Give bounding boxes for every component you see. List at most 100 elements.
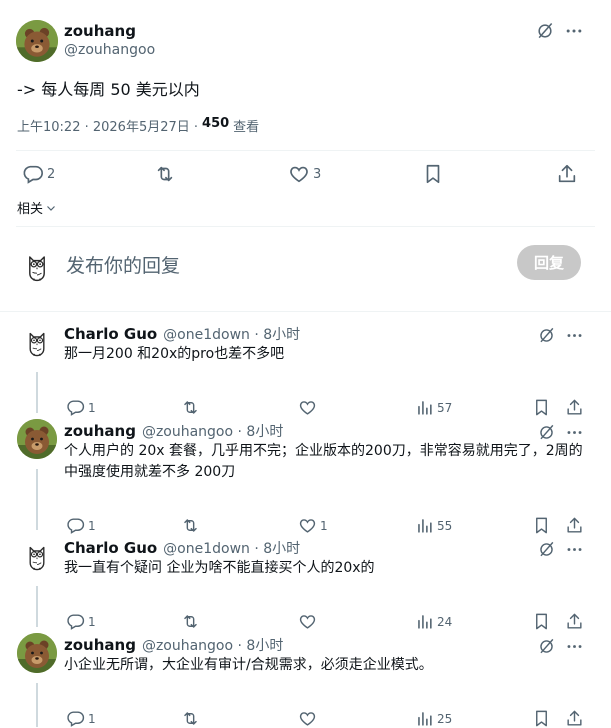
owl-avatar-icon: [20, 325, 54, 359]
reply-input[interactable]: 发布你的回复: [66, 251, 180, 278]
retweet-action[interactable]: [181, 398, 200, 417]
reply-action[interactable]: 1: [66, 516, 96, 535]
bookmark-icon: [532, 612, 551, 631]
reply-avatar[interactable]: [17, 322, 57, 362]
views-count: 57: [437, 400, 453, 415]
share-action[interactable]: [565, 709, 584, 728]
share-action[interactable]: [565, 612, 584, 631]
reply-avatar[interactable]: [17, 536, 57, 576]
bear-avatar-icon: [17, 419, 57, 459]
reply-author-name[interactable]: zouhang: [64, 636, 136, 654]
share-action[interactable]: [565, 516, 584, 535]
owl-avatar-icon: [19, 248, 55, 284]
tweet-timestamp[interactable]: 上午10:22 · 2026年5月27日 ·: [17, 116, 198, 135]
share-icon: [565, 709, 584, 728]
reply-author-name[interactable]: zouhang: [64, 422, 136, 440]
reply-action[interactable]: 1: [66, 612, 96, 631]
like-count: 3: [313, 166, 322, 182]
views-count: 25: [437, 711, 453, 726]
like-icon: [288, 163, 310, 185]
bookmark-action[interactable]: [532, 709, 551, 728]
chevron-down-icon: [47, 205, 55, 211]
grok-icon[interactable]: [535, 324, 557, 346]
more-icon[interactable]: [563, 635, 585, 657]
grok-icon[interactable]: [535, 421, 557, 443]
reply-author-name[interactable]: Charlo Guo: [64, 539, 157, 557]
bookmark-action[interactable]: [532, 516, 551, 535]
retweet-action[interactable]: [154, 163, 176, 185]
owl-avatar-icon: [20, 539, 54, 573]
reply-count: 1: [88, 518, 96, 533]
views-action[interactable]: 25: [415, 709, 452, 728]
retweet-icon: [181, 612, 200, 631]
reply-handle[interactable]: @one1down · 8小时: [163, 324, 300, 344]
more-icon[interactable]: [563, 421, 585, 443]
like-action[interactable]: 1: [298, 516, 328, 535]
reply-icon: [66, 516, 85, 535]
tweet-text: -> 每人每周 50 美元以内: [17, 80, 200, 99]
reply-handle[interactable]: @zouhangoo · 8小时: [142, 635, 283, 655]
share-action[interactable]: [565, 398, 584, 417]
bookmark-action[interactable]: [532, 612, 551, 631]
more-icon[interactable]: [563, 324, 585, 346]
more-icon[interactable]: [563, 538, 585, 560]
reply-avatar[interactable]: [17, 633, 57, 673]
like-action[interactable]: 3: [288, 163, 321, 185]
grok-icon[interactable]: [535, 635, 557, 657]
author-avatar[interactable]: [16, 20, 58, 62]
tweet-meta: 上午10:22 · 2026年5月27日 · 450 查看: [17, 116, 259, 135]
views-icon: [415, 612, 434, 631]
reply-text: 个人用户的 20x 套餐，几乎用不完；企业版本的200刀，非常容易就用完了，2周…: [64, 443, 583, 480]
views-action[interactable]: 55: [415, 516, 452, 535]
reply-text: 我一直有个疑问 企业为啥不能直接买个人的20x的: [64, 560, 375, 576]
views-icon: [415, 709, 434, 728]
reply-button[interactable]: 回复: [517, 245, 581, 280]
bear-avatar-icon: [17, 633, 57, 673]
like-action[interactable]: [298, 709, 320, 728]
reply-action[interactable]: 2: [22, 163, 55, 185]
views-action[interactable]: 57: [415, 398, 452, 417]
share-icon: [565, 398, 584, 417]
reply-icon: [66, 398, 85, 417]
reply-author-name[interactable]: Charlo Guo: [64, 325, 157, 343]
retweet-action[interactable]: [181, 709, 200, 728]
reply-icon: [22, 163, 44, 185]
reply-action[interactable]: 1: [66, 709, 96, 728]
retweet-icon: [181, 398, 200, 417]
share-action[interactable]: [556, 163, 578, 185]
like-icon: [298, 709, 317, 728]
views-action[interactable]: 24: [415, 612, 452, 631]
reply-avatar[interactable]: [17, 419, 57, 459]
reply-icon: [66, 709, 85, 728]
retweet-action[interactable]: [181, 612, 200, 631]
reply-action[interactable]: 1: [66, 398, 96, 417]
like-action[interactable]: [298, 398, 320, 417]
reply-text: 小企业无所谓，大企业有审计/合规需求，必须走企业模式。: [64, 657, 433, 673]
grok-icon[interactable]: [534, 20, 556, 42]
reply-handle[interactable]: @one1down · 8小时: [163, 538, 300, 558]
retweet-icon: [181, 516, 200, 535]
bear-avatar-icon: [16, 20, 58, 62]
views-icon: [415, 398, 434, 417]
related-label: 相关: [17, 202, 44, 217]
related-toggle[interactable]: 相关: [17, 198, 57, 217]
reply-handle[interactable]: @zouhangoo · 8小时: [142, 421, 283, 441]
bookmark-icon: [532, 709, 551, 728]
reply-count: 2: [47, 166, 56, 182]
bookmark-action[interactable]: [532, 398, 551, 417]
like-icon: [298, 398, 317, 417]
author-handle[interactable]: @zouhangoo: [64, 42, 155, 58]
grok-icon[interactable]: [535, 538, 557, 560]
retweet-action[interactable]: [181, 516, 200, 535]
like-action[interactable]: [298, 612, 320, 631]
more-icon[interactable]: [563, 20, 585, 42]
views-count: 55: [437, 518, 453, 533]
author-name[interactable]: zouhang: [64, 22, 136, 40]
view-count: 450: [202, 116, 230, 131]
bookmark-icon: [422, 163, 444, 185]
retweet-icon: [154, 163, 176, 185]
like-count: 1: [320, 518, 328, 533]
like-icon: [298, 516, 317, 535]
share-icon: [565, 612, 584, 631]
bookmark-action[interactable]: [422, 163, 444, 185]
